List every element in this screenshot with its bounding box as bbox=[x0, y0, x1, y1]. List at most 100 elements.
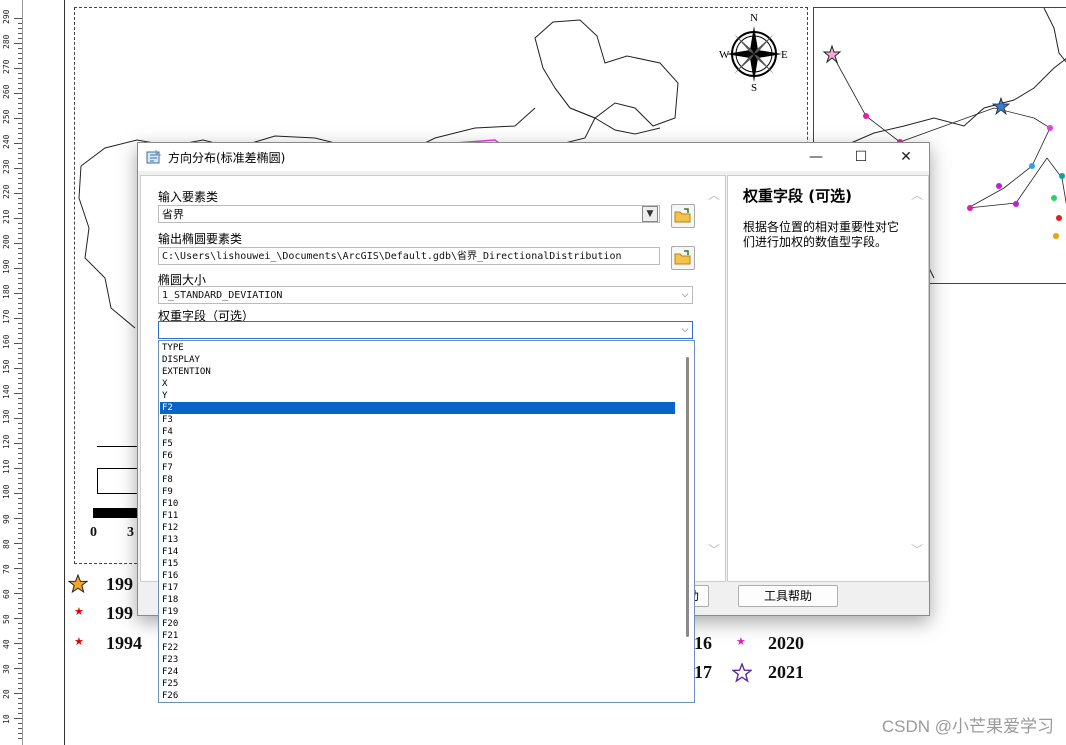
dropdown-option[interactable]: F23 bbox=[160, 654, 675, 666]
ruler-tick bbox=[18, 138, 22, 139]
tool-help-button[interactable]: 工具帮助 bbox=[738, 585, 838, 607]
dropdown-scrollbar[interactable] bbox=[686, 357, 689, 637]
ruler-tick bbox=[18, 438, 22, 439]
dialog-titlebar[interactable]: 方向分布(标准差椭圆) — ☐ ✕ bbox=[138, 143, 929, 171]
dropdown-option[interactable]: F20 bbox=[160, 618, 675, 630]
close-button[interactable]: ✕ bbox=[883, 143, 929, 171]
ruler-label: 210 bbox=[2, 209, 11, 224]
ruler-label: 220 bbox=[2, 184, 11, 199]
browse-output-button[interactable] bbox=[671, 246, 695, 270]
ellipse-size-select[interactable]: 1_STANDARD_DEVIATION bbox=[158, 286, 693, 304]
dropdown-option[interactable]: F25 bbox=[160, 678, 675, 690]
dropdown-option[interactable]: F7 bbox=[160, 462, 675, 474]
ruler-tick bbox=[18, 628, 22, 629]
ruler-tick bbox=[18, 453, 22, 454]
dropdown-option[interactable]: F2 bbox=[160, 402, 675, 414]
dropdown-option[interactable]: Y bbox=[160, 390, 675, 402]
ruler-label: 170 bbox=[2, 309, 11, 324]
dropdown-option[interactable]: F3 bbox=[160, 414, 675, 426]
ruler-tick bbox=[18, 703, 22, 704]
ruler-tick bbox=[18, 548, 22, 549]
weight-field-select[interactable] bbox=[158, 321, 693, 339]
ruler-tick bbox=[18, 403, 22, 404]
dropdown-option[interactable]: F11 bbox=[160, 510, 675, 522]
minimize-button[interactable]: — bbox=[793, 143, 839, 171]
help-pane: 权重字段 (可选) 根据各位置的相对重要性对它们进行加权的数值型字段。 ︿ ﹀ bbox=[727, 175, 929, 582]
dropdown-option[interactable]: TYPE bbox=[160, 342, 675, 354]
chevron-down-icon[interactable]: ⌵ bbox=[677, 322, 693, 338]
ruler-tick bbox=[14, 93, 22, 94]
scroll-up-icon[interactable]: ︿ bbox=[911, 186, 923, 203]
ruler-tick bbox=[18, 78, 22, 79]
dropdown-option[interactable]: F14 bbox=[160, 546, 675, 558]
dropdown-option[interactable]: EXTENTION bbox=[160, 366, 675, 378]
ruler-tick bbox=[18, 428, 22, 429]
weight-field-dropdown-list[interactable]: TYPE DISPLAY EXTENTION X Y F2 F3 F4 F5 F6 F7 F8 F9 F1… bbox=[158, 340, 695, 703]
ruler-tick bbox=[14, 293, 22, 294]
ruler-tick bbox=[18, 173, 22, 174]
ruler-label: 20 bbox=[2, 689, 11, 699]
dropdown-option[interactable]: F22 bbox=[160, 642, 675, 654]
dropdown-option[interactable]: F26 bbox=[160, 690, 675, 702]
input-features-select[interactable]: 省界 bbox=[158, 205, 660, 223]
dropdown-option[interactable]: F21 bbox=[160, 630, 675, 642]
dropdown-option[interactable]: F16 bbox=[160, 570, 675, 582]
ruler-tick bbox=[18, 58, 22, 59]
legend-year-7: 17 bbox=[694, 662, 712, 682]
scroll-up-icon[interactable]: ︿ bbox=[708, 186, 720, 203]
chevron-down-icon[interactable]: ⌵ bbox=[677, 287, 693, 303]
ruler-tick bbox=[18, 223, 22, 224]
ruler-tick bbox=[18, 508, 22, 509]
ruler-tick bbox=[18, 238, 22, 239]
ruler-tick bbox=[14, 218, 22, 219]
ruler-tick bbox=[18, 233, 22, 234]
ruler-label: 80 bbox=[2, 539, 11, 549]
scale-label-1: 3 bbox=[127, 525, 134, 540]
dropdown-option[interactable]: F18 bbox=[160, 594, 675, 606]
ruler-tick bbox=[14, 343, 22, 344]
ruler-tick bbox=[18, 298, 22, 299]
dropdown-option[interactable]: F19 bbox=[160, 606, 675, 618]
dropdown-option[interactable]: F8 bbox=[160, 474, 675, 486]
ruler-tick bbox=[18, 708, 22, 709]
browse-input-button[interactable] bbox=[671, 204, 695, 228]
ruler-label: 160 bbox=[2, 334, 11, 349]
dropdown-option[interactable]: F5 bbox=[160, 438, 675, 450]
legend-year-2: 199 bbox=[106, 603, 133, 623]
help-body-text: 根据各位置的相对重要性对它们进行加权的数值型字段。 bbox=[743, 220, 900, 249]
red-star-icon: ★ bbox=[74, 605, 84, 618]
dropdown-option[interactable]: F4 bbox=[160, 426, 675, 438]
dropdown-option[interactable]: F10 bbox=[160, 498, 675, 510]
ruler-tick bbox=[18, 728, 22, 729]
maximize-button[interactable]: ☐ bbox=[838, 143, 884, 171]
ruler-label: 150 bbox=[2, 359, 11, 374]
ruler-tick bbox=[14, 418, 22, 419]
ruler-label: 200 bbox=[2, 234, 11, 249]
dropdown-option[interactable]: F13 bbox=[160, 534, 675, 546]
ruler-tick bbox=[14, 518, 22, 519]
ruler-tick bbox=[18, 588, 22, 589]
dropdown-option[interactable]: DISPLAY bbox=[160, 354, 675, 366]
dropdown-option[interactable]: F17 bbox=[160, 582, 675, 594]
ruler-tick bbox=[18, 698, 22, 699]
dropdown-option[interactable]: F12 bbox=[160, 522, 675, 534]
ruler-tick bbox=[18, 128, 22, 129]
output-feature-class-field[interactable]: C:\Users\lishouwei_\Documents\ArcGIS\Def… bbox=[158, 247, 660, 265]
dropdown-option[interactable]: F6 bbox=[160, 450, 675, 462]
ruler-tick bbox=[18, 573, 22, 574]
ruler-tick bbox=[18, 503, 22, 504]
scroll-down-icon[interactable]: ﹀ bbox=[708, 541, 720, 558]
ruler-label: 90 bbox=[2, 514, 11, 524]
dropdown-option[interactable]: F15 bbox=[160, 558, 675, 570]
ruler-label: 50 bbox=[2, 614, 11, 624]
dropdown-option[interactable]: F9 bbox=[160, 486, 675, 498]
ruler-tick bbox=[18, 338, 22, 339]
scroll-down-icon[interactable]: ﹀ bbox=[911, 541, 923, 558]
ruler-tick bbox=[18, 163, 22, 164]
ruler-tick bbox=[18, 608, 22, 609]
dropdown-option[interactable]: X bbox=[160, 378, 675, 390]
dropdown-option[interactable]: F24 bbox=[160, 666, 675, 678]
folder-open-icon bbox=[674, 250, 691, 265]
chevron-down-icon[interactable]: ▼ bbox=[642, 206, 658, 222]
ruler-tick bbox=[18, 263, 22, 264]
